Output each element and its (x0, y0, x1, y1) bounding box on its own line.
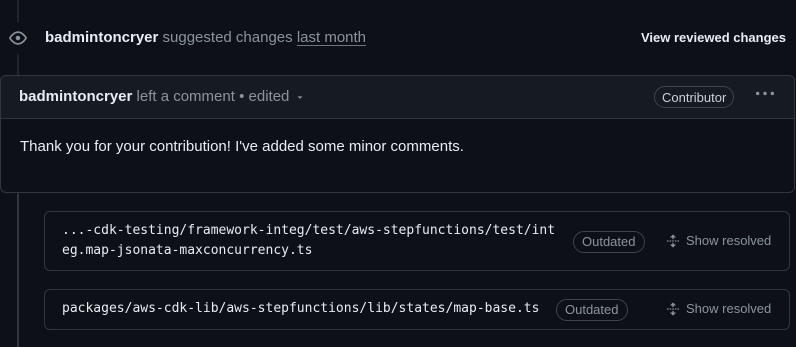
show-resolved-button[interactable]: Show resolved (666, 301, 771, 316)
review-comment: badmintoncryer left a comment • edited C… (0, 75, 795, 193)
unfold-icon (666, 302, 680, 315)
comment-action-text: left a comment (136, 88, 235, 105)
file-path-line-2: eg.map-jsonata-maxconcurrency.ts (62, 243, 313, 258)
review-thread: ...-cdk-testing/framework-integ/test/aws… (44, 211, 790, 271)
thread-file-path[interactable]: packages/aws-cdk-lib/aws-stepfunctions/l… (62, 299, 539, 319)
comment-options-button[interactable] (753, 86, 777, 106)
comment-meta: badmintoncryer left a comment • edited (19, 88, 305, 106)
edited-dropdown[interactable]: edited (249, 88, 306, 105)
view-reviewed-changes-link[interactable]: View reviewed changes (641, 30, 786, 45)
review-author-link[interactable]: badmintoncryer (45, 29, 158, 46)
comment-author-link[interactable]: badmintoncryer (19, 88, 132, 105)
timeline-line-threads (17, 194, 19, 347)
comment-separator: • (239, 88, 245, 105)
review-summary: badmintoncryer suggested changes last mo… (45, 29, 366, 46)
outdated-badge: Outdated (573, 231, 645, 253)
review-header: badmintoncryer suggested changes last mo… (0, 20, 796, 56)
outdated-badge: Outdated (556, 299, 628, 321)
edited-label: edited (248, 88, 290, 105)
show-resolved-label: Show resolved (686, 301, 772, 316)
thread-file-path[interactable]: ...-cdk-testing/framework-integ/test/aws… (62, 221, 555, 261)
show-resolved-label: Show resolved (686, 233, 772, 248)
show-resolved-button[interactable]: Show resolved (666, 233, 771, 248)
review-timestamp-link[interactable]: last month (297, 29, 366, 46)
review-thread: packages/aws-cdk-lib/aws-stepfunctions/l… (44, 289, 790, 330)
eye-icon (2, 22, 34, 54)
comment-body: Thank you for your contribution! I've ad… (20, 138, 464, 155)
contributor-badge: Contributor (654, 86, 735, 108)
file-path-line-1: ...-cdk-testing/framework-integ/test/aws… (62, 223, 556, 238)
pr-timeline: badmintoncryer suggested changes last mo… (0, 0, 796, 347)
review-action-text: suggested changes (162, 29, 293, 46)
triangle-down-icon (295, 89, 305, 106)
comment-header: badmintoncryer left a comment • edited C… (1, 76, 794, 119)
kebab-horizontal-icon (756, 85, 774, 108)
unfold-icon (666, 234, 680, 247)
